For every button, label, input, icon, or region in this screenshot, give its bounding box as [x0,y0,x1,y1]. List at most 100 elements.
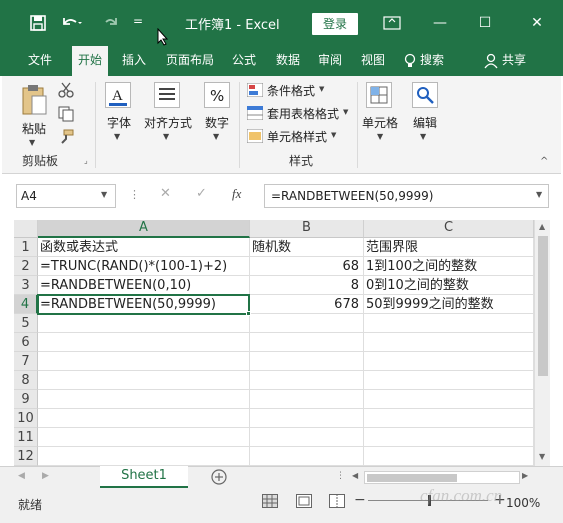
cell-a6[interactable] [38,333,250,352]
row-header-11[interactable]: 11 [14,428,38,447]
alignment-group-button[interactable]: 对齐方式 [142,114,194,131]
cell-c5[interactable] [364,314,534,333]
cell-a1[interactable]: 函数或表达式 [38,238,250,257]
cell-a7[interactable] [38,352,250,371]
cell-style-icon[interactable] [246,128,264,144]
scroll-thumb[interactable] [538,236,548,376]
font-icon[interactable]: A [105,82,131,108]
cell-a11[interactable] [38,428,250,447]
undo-icon[interactable] [60,15,82,31]
cell-b7[interactable] [250,352,364,371]
cell-a3[interactable]: =RANDBETWEEN(0,10) [38,276,250,295]
copy-icon[interactable] [58,106,74,122]
hscroll-thumb[interactable] [367,474,457,482]
row-header-10[interactable]: 10 [14,409,38,428]
column-header-c[interactable]: C [364,220,534,238]
more-options-icon[interactable]: ⋮ [129,188,140,201]
tell-me-search[interactable]: 搜索 [414,46,450,76]
worksheet-grid[interactable]: A B C 1 函数或表达式 随机数 范围界限 2 =TRUNC(RAND()*(100-… [14,220,534,466]
fill-handle[interactable] [246,311,251,316]
expand-formula-icon[interactable]: ▼ [536,190,542,199]
dialog-launcher-icon[interactable]: ⌟ [84,156,88,165]
cancel-icon[interactable]: ✕ [160,186,171,201]
column-header-a[interactable]: A [38,220,250,238]
row-header-6[interactable]: 6 [14,333,38,352]
chevron-down-icon[interactable]: ▼ [343,108,348,116]
cell-c10[interactable] [364,409,534,428]
editing-group-button[interactable]: 编辑 [410,114,440,131]
cell-b10[interactable] [250,409,364,428]
ribbon-display-icon[interactable] [383,16,401,30]
enter-icon[interactable]: ✓ [196,186,207,201]
page-break-view-icon[interactable] [329,494,345,508]
chevron-down-icon[interactable]: ▼ [319,85,324,93]
cell-a12[interactable] [38,447,250,466]
row-header-5[interactable]: 5 [14,314,38,333]
format-painter-icon[interactable] [58,129,74,145]
alignment-icon[interactable] [154,82,180,108]
table-format-button[interactable]: 套用表格格式 [267,105,339,122]
tab-home[interactable]: 开始 [72,46,109,78]
cell-b4[interactable]: 678 [250,295,364,314]
chevron-down-icon[interactable]: ▼ [101,190,107,199]
scroll-sheets-left-icon[interactable]: ◀ [18,471,25,481]
percent-icon[interactable]: % [204,82,230,108]
scroll-up-icon[interactable]: ▲ [539,222,545,231]
tab-page-layout[interactable]: 页面布局 [160,46,220,76]
zoom-out-button[interactable]: − [354,492,366,508]
hscroll-left-icon[interactable]: ◀ [352,471,358,480]
cell-b12[interactable] [250,447,364,466]
cell-b5[interactable] [250,314,364,333]
cell-b8[interactable] [250,371,364,390]
chevron-down-icon[interactable]: ▼ [420,132,426,141]
vertical-scrollbar[interactable]: ▲ ▼ [534,220,550,466]
page-layout-view-icon[interactable] [296,494,312,508]
column-header-b[interactable]: B [250,220,364,238]
cell-c1[interactable]: 范围界限 [364,238,534,257]
formula-input[interactable]: =RANDBETWEEN(50,9999) [264,184,549,208]
scroll-down-icon[interactable]: ▼ [539,452,545,461]
chevron-down-icon[interactable]: ▼ [163,132,169,141]
row-header-12[interactable]: 12 [14,447,38,466]
cell-c8[interactable] [364,371,534,390]
scroll-sheets-right-icon[interactable]: ▶ [42,471,49,481]
cut-icon[interactable] [58,82,74,98]
qat-customize-icon[interactable]: = [133,14,143,28]
chevron-down-icon[interactable]: ▼ [377,132,383,141]
cell-c6[interactable] [364,333,534,352]
horizontal-scrollbar[interactable] [364,471,520,484]
split-handle-icon[interactable]: ⋮ [336,471,345,481]
cell-b3[interactable]: 8 [250,276,364,295]
share-button[interactable]: 共享 [496,46,532,76]
select-all-corner[interactable] [14,220,38,238]
collapse-ribbon-icon[interactable]: ^ [540,156,548,167]
signin-button[interactable]: 登录 [312,13,358,35]
sheet-tab-sheet1[interactable]: Sheet1 [100,466,188,488]
conditional-format-button[interactable]: 条件格式 [267,82,315,99]
row-header-2[interactable]: 2 [14,257,38,276]
selected-cell-a4[interactable] [37,294,250,315]
cell-c4[interactable]: 50到9999之间的整数 [364,295,534,314]
zoom-level[interactable]: 100% [506,496,540,510]
cell-a2[interactable]: =TRUNC(RAND()*(100-1)+2) [38,257,250,276]
cell-c2[interactable]: 1到100之间的整数 [364,257,534,276]
search-icon[interactable] [412,82,438,108]
tab-formulas[interactable]: 公式 [226,46,262,76]
cell-b6[interactable] [250,333,364,352]
chevron-down-icon[interactable]: ▼ [331,131,336,139]
tab-file[interactable]: 文件 [22,46,58,76]
row-header-1[interactable]: 1 [14,238,38,257]
font-group-button[interactable]: 字体 [104,114,134,131]
cells-icon[interactable] [366,82,392,108]
normal-view-icon[interactable] [262,494,278,508]
save-icon[interactable] [30,15,46,31]
redo-icon[interactable] [104,15,120,31]
cell-c7[interactable] [364,352,534,371]
chevron-down-icon[interactable]: ▼ [114,132,120,141]
paste-button[interactable]: 粘贴 [18,120,50,137]
conditional-format-icon[interactable] [246,82,264,98]
chevron-down-icon[interactable]: ▼ [213,132,219,141]
cell-b11[interactable] [250,428,364,447]
cell-a10[interactable] [38,409,250,428]
cell-c11[interactable] [364,428,534,447]
